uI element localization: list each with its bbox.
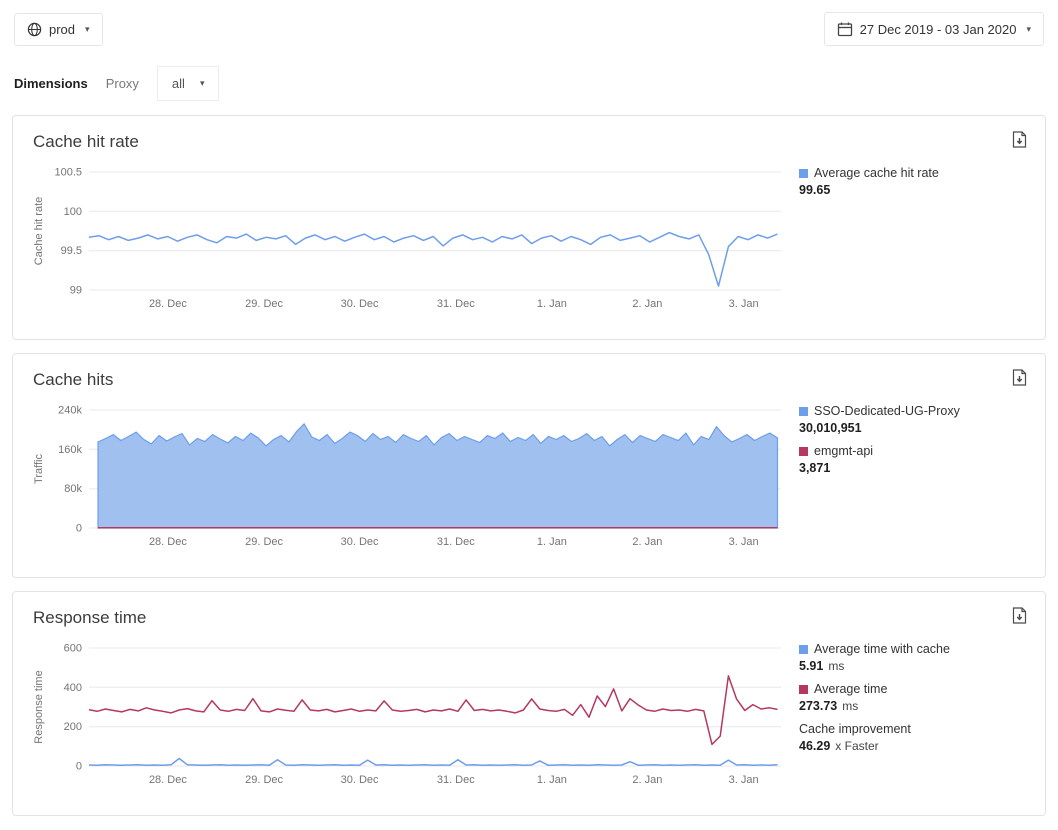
cache-hit-rate-card: Cache hit rate 99 99.5 100 100.5 28. Dec 29. … [12,115,1046,340]
legend-unit: ms [828,659,844,673]
legend-item: emgmt-api 3,871 [799,444,1027,475]
svg-text:29. Dec: 29. Dec [245,536,283,548]
svg-text:1. Jan: 1. Jan [537,298,567,310]
svg-text:31. Dec: 31. Dec [437,536,475,548]
legend-unit: ms [842,699,858,713]
chevron-down-icon: ▾ [200,78,205,89]
svg-text:200: 200 [64,721,82,733]
legend-value: 273.73 [799,699,837,713]
svg-text:28. Dec: 28. Dec [149,774,187,786]
svg-text:2. Jan: 2. Jan [632,536,662,548]
chart-legend: Average cache hit rate 99.65 [799,162,1027,206]
svg-text:160k: 160k [58,444,82,456]
svg-text:3. Jan: 3. Jan [729,774,759,786]
svg-text:99.5: 99.5 [61,245,82,257]
card-title: Cache hits [33,370,1027,390]
chevron-down-icon: ▾ [85,24,90,35]
svg-text:3. Jan: 3. Jan [729,536,759,548]
svg-text:30. Dec: 30. Dec [341,298,379,310]
cache-hit-rate-chart: 99 99.5 100 100.5 28. Dec 29. Dec 30. Dec 31. D… [31,162,787,326]
export-report-button[interactable] [1010,130,1029,149]
svg-text:2. Jan: 2. Jan [632,298,662,310]
svg-text:30. Dec: 30. Dec [341,536,379,548]
svg-text:100: 100 [64,206,82,218]
legend-value: 46.29 [799,739,830,753]
legend-swatch [799,645,808,654]
legend-value: 3,871 [799,461,830,475]
environment-label: prod [49,22,75,37]
cache-hits-card: Cache hits 0 80k 160k 240k 28. Dec 29. Dec 30.… [12,353,1046,578]
legend-label: Cache improvement [799,722,911,736]
svg-text:240k: 240k [58,405,82,417]
card-title: Cache hit rate [33,132,1027,152]
dimension-name-label: Proxy [106,76,139,91]
svg-text:28. Dec: 28. Dec [149,536,187,548]
export-report-button[interactable] [1010,606,1029,625]
export-report-button[interactable] [1010,368,1029,387]
proxy-filter-dropdown[interactable]: all ▾ [157,66,220,101]
svg-text:1. Jan: 1. Jan [537,774,567,786]
legend-item: Cache improvement 46.29 x Faster [799,722,1027,753]
legend-item: Average cache hit rate 99.65 [799,166,1027,197]
svg-text:Traffic: Traffic [33,454,45,484]
globe-icon [27,22,42,37]
legend-item: SSO-Dedicated-UG-Proxy 30,010,951 [799,404,1027,435]
svg-text:31. Dec: 31. Dec [437,298,475,310]
svg-text:400: 400 [64,682,82,694]
legend-value: 30,010,951 [799,421,862,435]
proxy-filter-value: all [172,76,185,91]
legend-value: 5.91 [799,659,823,673]
legend-swatch [799,169,808,178]
toolbar: prod ▾ 27 Dec 2019 - 03 Jan 2020 ▾ [0,0,1058,46]
legend-item: Average time with cache 5.91 ms [799,642,1027,673]
calendar-icon [837,21,853,37]
svg-text:99: 99 [70,285,82,297]
legend-swatch [799,447,808,456]
svg-text:2. Jan: 2. Jan [632,774,662,786]
svg-text:600: 600 [64,643,82,655]
legend-label: Average cache hit rate [814,166,939,180]
chevron-down-icon: ▾ [1026,24,1031,35]
svg-text:30. Dec: 30. Dec [341,774,379,786]
svg-text:29. Dec: 29. Dec [245,298,283,310]
card-title: Response time [33,608,1027,628]
legend-label: SSO-Dedicated-UG-Proxy [814,404,960,418]
response-time-chart: 0 200 400 600 28. Dec 29. Dec 30. Dec 31. Dec 1.… [31,638,787,802]
svg-text:29. Dec: 29. Dec [245,774,283,786]
dimensions-filter-row: Dimensions Proxy all ▾ [0,46,1058,115]
svg-text:80k: 80k [64,483,82,495]
legend-label: emgmt-api [814,444,873,458]
date-range-label: 27 Dec 2019 - 03 Jan 2020 [860,22,1017,37]
chart-legend: Average time with cache 5.91 ms Average t… [799,638,1027,762]
legend-label: Average time [814,682,887,696]
date-range-picker[interactable]: 27 Dec 2019 - 03 Jan 2020 ▾ [824,12,1044,46]
svg-text:Cache hit rate: Cache hit rate [33,197,45,265]
legend-item: Average time 273.73 ms [799,682,1027,713]
legend-swatch [799,685,808,694]
svg-text:Response time: Response time [33,670,45,743]
response-time-card: Response time 0 200 400 600 28. Dec 29. Dec 30… [12,591,1046,816]
svg-text:3. Jan: 3. Jan [729,298,759,310]
legend-label: Average time with cache [814,642,950,656]
legend-value: 99.65 [799,183,830,197]
svg-text:0: 0 [76,761,82,773]
svg-text:28. Dec: 28. Dec [149,298,187,310]
environment-dropdown[interactable]: prod ▾ [14,13,103,46]
svg-text:100.5: 100.5 [54,167,82,179]
chart-legend: SSO-Dedicated-UG-Proxy 30,010,951 emgmt-… [799,400,1027,484]
svg-text:0: 0 [76,523,82,535]
dimensions-label: Dimensions [14,76,88,91]
svg-text:1. Jan: 1. Jan [537,536,567,548]
cache-hits-chart: 0 80k 160k 240k 28. Dec 29. Dec 30. Dec 31. Dec… [31,400,787,564]
legend-swatch [799,407,808,416]
svg-text:31. Dec: 31. Dec [437,774,475,786]
legend-unit: x Faster [835,739,878,753]
